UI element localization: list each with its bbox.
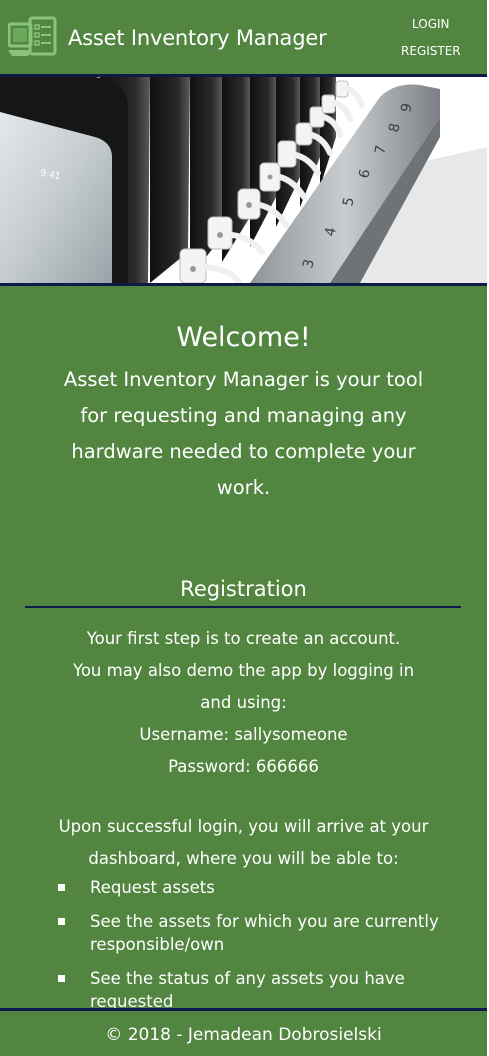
list-item: Request assets <box>56 876 456 899</box>
welcome-description: Asset Inventory Manager is your tool for… <box>63 368 424 499</box>
nav-login-link[interactable]: LOGIN <box>412 16 450 32</box>
registration-instructions: Your first step is to create an account.… <box>20 623 467 783</box>
hero-banner: 9:41 3 4 5 6 7 8 9 <box>0 77 487 286</box>
section-divider <box>25 606 461 608</box>
list-item: See the assets for which you are current… <box>56 910 456 956</box>
square-bullet-icon <box>58 975 65 982</box>
inventory-checklist-icon[interactable] <box>8 16 58 58</box>
top-navbar: Asset Inventory Manager LOGIN REGISTER <box>0 0 487 77</box>
page-footer: © 2018 - Jemadean Dobrosielski <box>0 1008 487 1056</box>
app-title[interactable]: Asset Inventory Manager <box>68 24 327 52</box>
app-page: Asset Inventory Manager LOGIN REGISTER 9… <box>0 0 487 1056</box>
feature-text: See the status of any assets you have re… <box>90 969 405 1011</box>
welcome-heading: Welcome! <box>176 322 311 353</box>
dashboard-description: Upon successful login, you will arrive a… <box>58 817 429 868</box>
intro-suffix-text: . <box>395 629 401 648</box>
feature-text: Request assets <box>90 878 215 897</box>
copyright-text: © 2018 - Jemadean Dobrosielski <box>105 1025 382 1045</box>
intro-prefix-text: Your first step is to <box>86 629 246 648</box>
feature-list: Request assets See the assets for which … <box>56 876 456 1024</box>
square-bullet-icon <box>58 884 65 891</box>
demo-username: Username: sallysomeone <box>139 725 348 744</box>
registration-heading: Registration <box>180 577 307 601</box>
login-link[interactable]: logging in <box>333 661 414 680</box>
feature-text: See the assets for which you are current… <box>90 912 439 954</box>
square-bullet-icon <box>58 918 65 925</box>
create-account-link[interactable]: create an account <box>246 629 395 648</box>
demo-password: Password: 666666 <box>168 757 319 776</box>
demo-prefix-text: You may also demo the app by <box>72 661 333 680</box>
list-item: See the status of any assets you have re… <box>56 967 456 1013</box>
tablet-charging-cart-photo: 9:41 3 4 5 6 7 8 9 <box>0 77 487 283</box>
nav-register-link[interactable]: REGISTER <box>401 43 461 59</box>
demo-suffix-text: and using: <box>200 693 287 712</box>
